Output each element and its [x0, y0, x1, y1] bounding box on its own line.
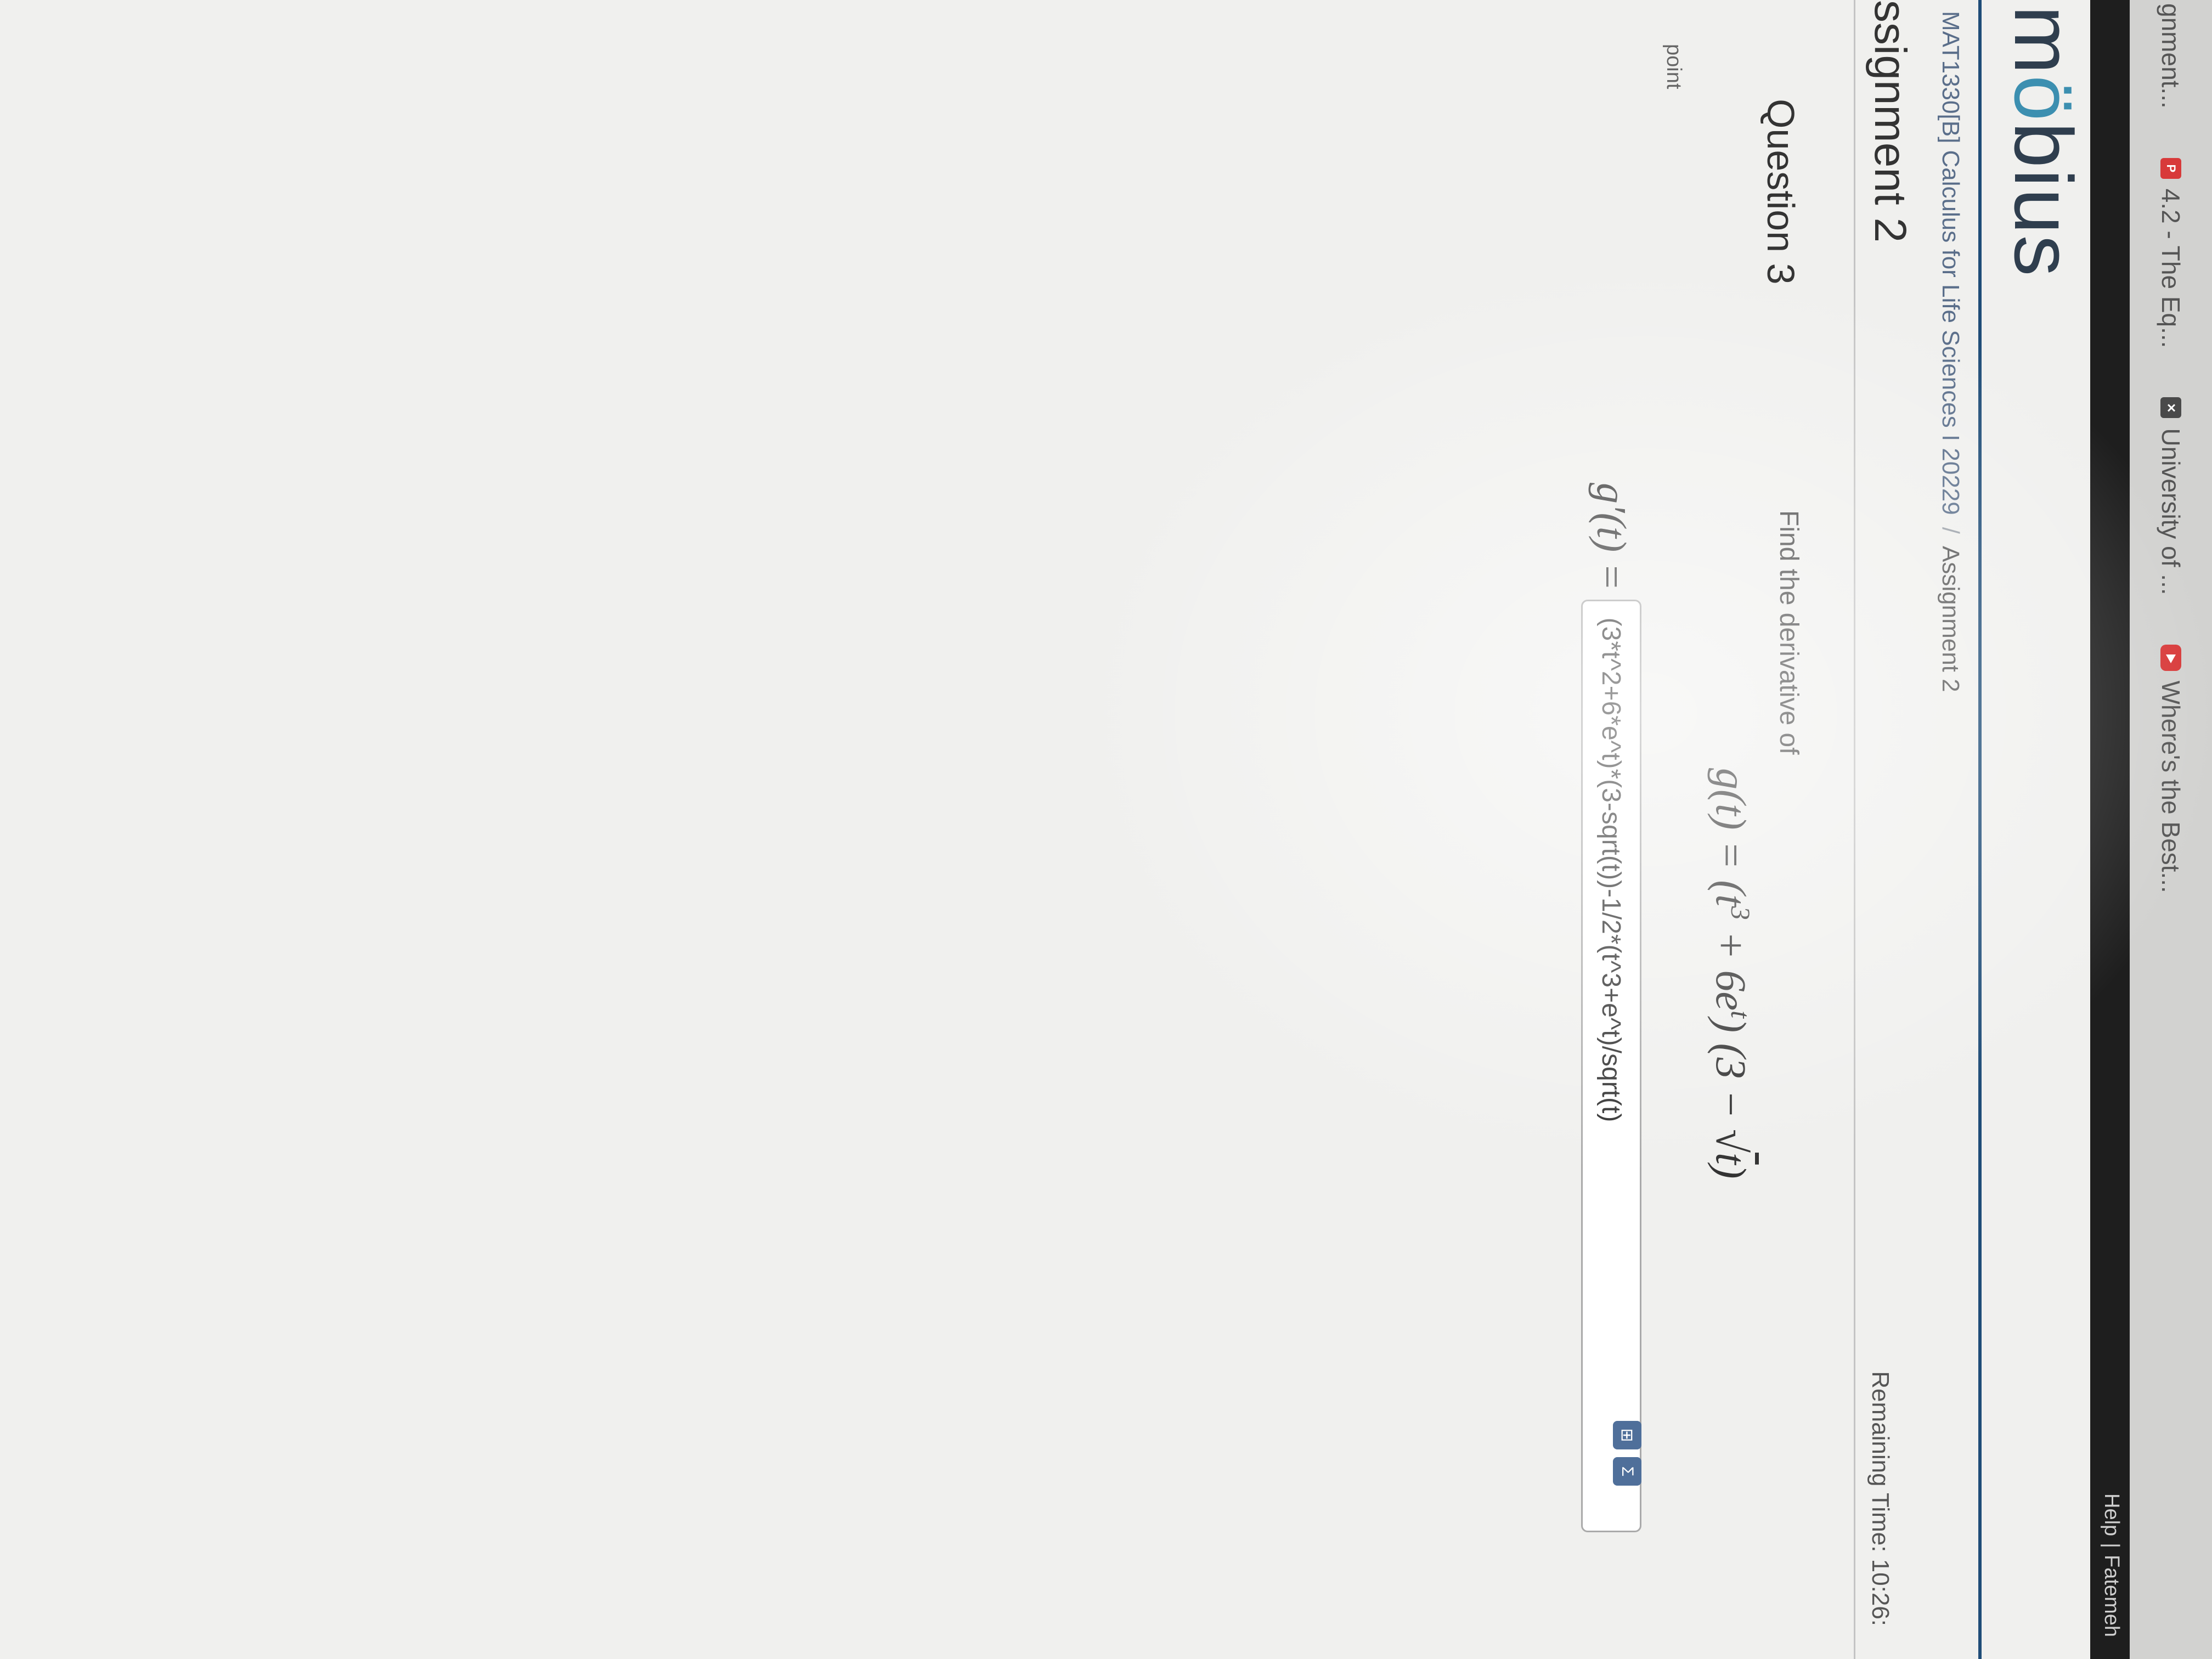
- function-formula: g(t) = (t3 + 6et) (3 − √t): [1707, 768, 1756, 1179]
- browser-tab-assignment[interactable]: gnment...: [2156, 3, 2186, 109]
- browser-tab-video[interactable]: Where's the Best...: [2156, 644, 2186, 893]
- browser-tab-textbook[interactable]: P 4.2 - The Eq...: [2156, 157, 2186, 348]
- browser-tab-bar: gnment... P 4.2 - The Eq... ✕ University…: [2128, 0, 2212, 1659]
- video-icon: [2160, 644, 2181, 671]
- question-points: point: [1662, 44, 1685, 89]
- top-menu-strip: Help | Fatemeh: [2090, 0, 2130, 1659]
- tab-label: University of ...: [2157, 428, 2185, 595]
- question-prompt: Find the derivative of: [1774, 510, 1803, 755]
- remaining-time: Remaining Time: 10:26:: [1866, 1371, 1894, 1626]
- menu-separator: |: [2100, 1543, 2123, 1549]
- help-link[interactable]: Help: [2100, 1493, 2123, 1536]
- remaining-time-value: 10:26:: [1867, 1559, 1894, 1626]
- tab-label: 4.2 - The Eq...: [2157, 188, 2185, 348]
- remaining-time-label: Remaining Time:: [1867, 1371, 1894, 1553]
- answer-label: g′(t) =: [1588, 483, 1635, 591]
- answer-row: g′(t) =: [1581, 483, 1641, 1532]
- breadcrumb-separator: /: [1937, 527, 1964, 534]
- moebius-logo: möbius: [1997, 5, 2090, 278]
- browser-tab-university[interactable]: ✕ University of ...: [2156, 397, 2186, 595]
- preview-icon[interactable]: ⊞: [1613, 1421, 1641, 1449]
- breadcrumb-assignment: Assignment 2: [1937, 546, 1964, 692]
- app-icon: ✕: [2160, 397, 2181, 419]
- answer-input[interactable]: [1581, 599, 1641, 1532]
- tab-label: Where's the Best...: [2157, 680, 2185, 893]
- breadcrumb: MAT1330[B] Calculus for Life Sciences I …: [1937, 11, 1964, 692]
- page-title: ssignment 2: [1865, 0, 1915, 243]
- breadcrumb-course-link[interactable]: MAT1330[B] Calculus for Life Sciences I …: [1937, 11, 1964, 515]
- title-divider: [1854, 0, 1855, 1659]
- answer-tools: ⊞ Σ: [1613, 1421, 1641, 1486]
- user-name-link[interactable]: Fatemeh: [2100, 1555, 2123, 1637]
- moebius-page: gnment... P 4.2 - The Eq... ✕ University…: [0, 0, 2212, 1659]
- equation-editor-icon[interactable]: Σ: [1613, 1457, 1641, 1486]
- header-divider: [1978, 0, 1982, 1659]
- tab-label: gnment...: [2157, 3, 2185, 109]
- pdf-icon: P: [2160, 157, 2181, 179]
- user-menu: Help | Fatemeh: [2100, 1493, 2123, 1637]
- question-number: Question 3: [1759, 99, 1802, 285]
